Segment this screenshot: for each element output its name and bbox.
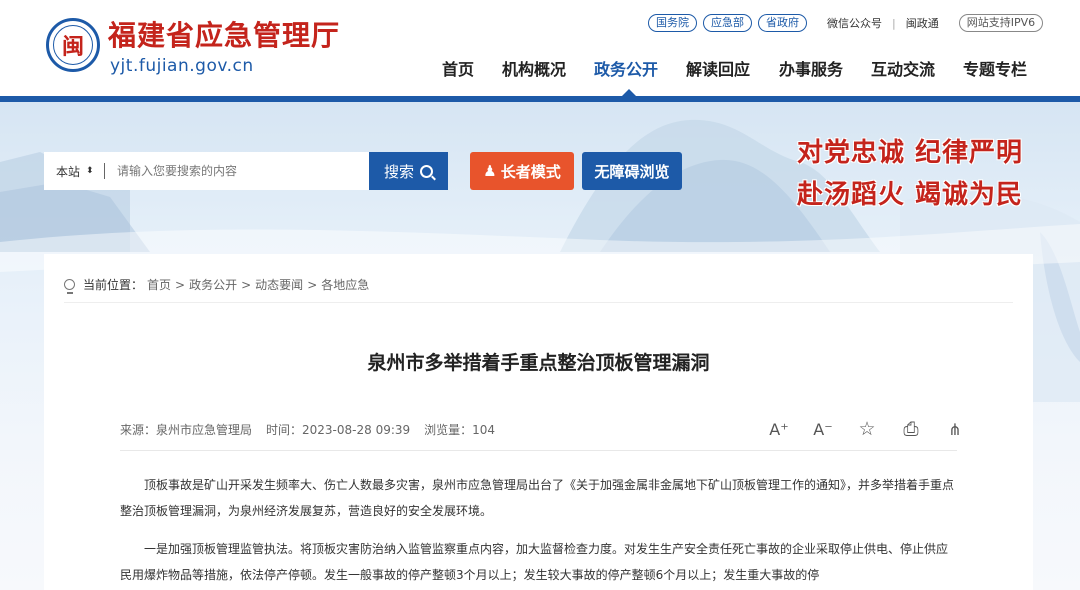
site-emblem-icon[interactable]: 闽 [46, 18, 100, 72]
article-tools: A⁺ A⁻ ☆ ⎙ ⋔ [768, 418, 966, 440]
font-decrease-icon[interactable]: A⁻ [812, 420, 834, 439]
search-scope-select[interactable]: 本站 ⬍ [44, 163, 104, 180]
breadcrumb-sep: > [307, 277, 318, 292]
link-provincial-gov[interactable]: 省政府 [758, 14, 807, 32]
search-icon [420, 164, 433, 178]
nav-active-indicator [622, 89, 636, 96]
article-paragraph: 顶板事故是矿山开采发生频率大、伤亡人数最多灾害，泉州市应急管理局出台了《关于加强… [120, 478, 955, 518]
ipv6-badge: 网站支持IPV6 [958, 14, 1044, 32]
site-domain: yjt.fujian.gov.cn [110, 56, 254, 76]
article-time: 时间：2023-08-28 09:39 [266, 423, 411, 437]
link-ministry[interactable]: 应急部 [703, 14, 752, 32]
article-paragraph: 一是加强顶板管理监管执法。将顶板灾害防治纳入监管监察重点内容，加大监督检查力度。… [120, 542, 949, 582]
link-minzhengtong[interactable]: 闽政通 [906, 15, 939, 31]
nav-services[interactable]: 办事服务 [779, 56, 871, 80]
share-icon[interactable]: ⋔ [944, 420, 966, 439]
slogan-line-2: 赴汤蹈火 竭诚为民 [797, 180, 1024, 210]
breadcrumb-local[interactable]: 各地应急 [321, 276, 369, 293]
search-button-label: 搜索 [383, 162, 414, 181]
breadcrumb: 当前位置： 首页 > 政务公开 > 动态要闻 > 各地应急 [64, 276, 369, 294]
emblem-char: 闽 [61, 34, 84, 60]
font-increase-icon[interactable]: A⁺ [768, 420, 790, 439]
article-title: 泉州市多举措着手重点整治顶板管理漏洞 [367, 352, 710, 374]
elder-mode-button[interactable]: ♟ 长者模式 [470, 152, 574, 190]
article-views: 浏览量：104 [424, 423, 496, 437]
breadcrumb-sep: > [175, 277, 186, 292]
main-nav: 首页 机构概况 政务公开 解读回应 办事服务 互动交流 专题专栏 [442, 56, 1027, 80]
breadcrumb-sep: > [241, 277, 252, 292]
favorite-star-icon[interactable]: ☆ [856, 418, 878, 440]
search-input[interactable] [117, 164, 369, 178]
nav-gov-affairs[interactable]: 政务公开 [594, 56, 686, 80]
article-meta: 来源：泉州市应急管理局 时间：2023-08-28 09:39 浏览量：104 [120, 421, 495, 438]
link-wechat[interactable]: 微信公众号 [827, 15, 882, 31]
elder-mode-label: 长者模式 [500, 162, 561, 181]
top-links: 国务院 应急部 省政府 微信公众号 | 闽政通 网站支持IPV6 [648, 14, 1044, 32]
nav-topics[interactable]: 专题专栏 [963, 56, 1027, 80]
location-pin-icon [64, 279, 75, 294]
print-icon[interactable]: ⎙ [900, 418, 922, 440]
breadcrumb-divider [64, 302, 1013, 303]
search-button[interactable]: 搜索 [369, 152, 448, 190]
nav-interaction[interactable]: 互动交流 [871, 56, 963, 80]
meta-divider [120, 450, 957, 451]
search-scope-label: 本站 [56, 164, 81, 179]
slogan-line-1: 对党忠诚 纪律严明 [797, 138, 1024, 168]
nav-interpretation[interactable]: 解读回应 [686, 56, 779, 80]
accessible-label: 无障碍浏览 [594, 162, 670, 181]
scope-caret-icon: ⬍ [86, 166, 94, 176]
breadcrumb-home[interactable]: 首页 [147, 276, 171, 293]
site-header: 闽 福建省应急管理厅 yjt.fujian.gov.cn 国务院 应急部 省政府… [0, 0, 1080, 96]
link-state-council[interactable]: 国务院 [648, 14, 697, 32]
breadcrumb-gov-affairs[interactable]: 政务公开 [189, 276, 237, 293]
top-link-separator: | [892, 16, 896, 30]
accessible-browse-button[interactable]: 无障碍浏览 [582, 152, 682, 190]
elder-icon: ♟ [483, 162, 497, 180]
article-source: 来源：泉州市应急管理局 [120, 423, 253, 437]
article-card: 当前位置： 首页 > 政务公开 > 动态要闻 > 各地应急 泉州市多举措着手重点… [44, 254, 1033, 590]
breadcrumb-lead: 当前位置： [83, 278, 144, 292]
nav-home[interactable]: 首页 [442, 56, 502, 80]
nav-organization[interactable]: 机构概况 [502, 56, 594, 80]
search-bar: 本站 ⬍ 搜索 [44, 152, 448, 190]
search-divider [104, 163, 105, 179]
site-title[interactable]: 福建省应急管理厅 [108, 14, 340, 54]
breadcrumb-news[interactable]: 动态要闻 [255, 276, 303, 293]
